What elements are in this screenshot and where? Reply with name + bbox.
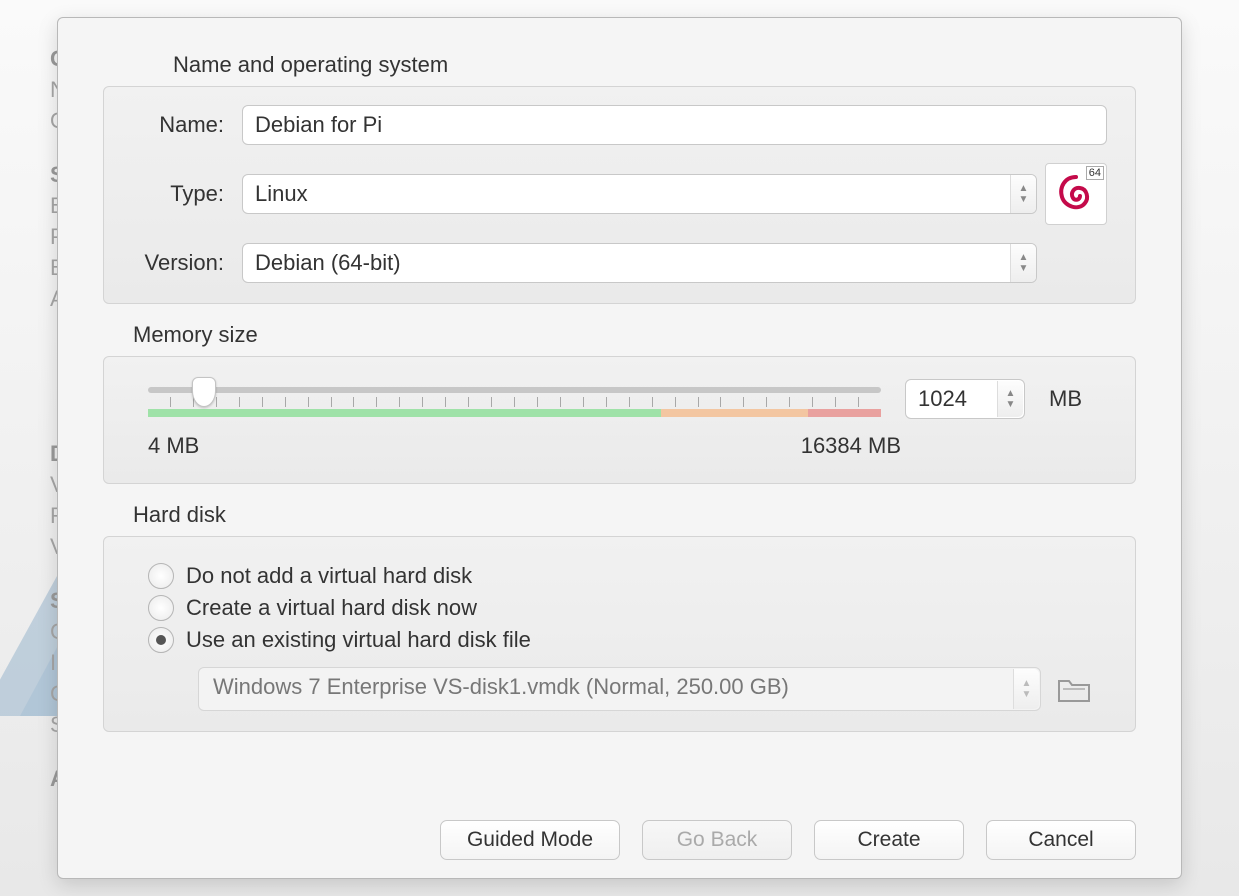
chevron-updown-icon: ▲▼ xyxy=(1013,669,1039,709)
chevron-updown-icon: ▲▼ xyxy=(1010,244,1036,282)
type-select[interactable] xyxy=(242,174,1037,214)
hd-option-existing[interactable]: Use an existing virtual hard disk file xyxy=(148,627,1091,653)
go-back-button[interactable]: Go Back xyxy=(642,820,792,860)
existing-disk-value: Windows 7 Enterprise VS-disk1.vmdk (Norm… xyxy=(213,674,789,699)
cancel-button[interactable]: Cancel xyxy=(986,820,1136,860)
memory-section-title: Memory size xyxy=(133,322,1136,348)
name-label: Name: xyxy=(132,112,242,138)
type-label: Type: xyxy=(132,181,242,207)
radio-icon xyxy=(148,563,174,589)
dialog-footer: Guided Mode Go Back Create Cancel xyxy=(103,798,1136,860)
create-vm-dialog: Name and operating system Name: Type: ▲▼… xyxy=(57,17,1182,879)
memory-panel: ▲▼ MB 4 MB 16384 MB xyxy=(103,356,1136,484)
memory-spinbox[interactable]: ▲▼ xyxy=(905,379,1025,419)
os-arch-badge: 64 xyxy=(1086,166,1104,180)
memory-slider[interactable] xyxy=(148,379,881,419)
memory-min-label: 4 MB xyxy=(148,433,199,459)
memory-max-label: 16384 MB xyxy=(801,433,901,459)
version-select[interactable] xyxy=(242,243,1037,283)
memory-unit-label: MB xyxy=(1049,386,1091,412)
name-os-section-title: Name and operating system xyxy=(173,52,1136,78)
name-input[interactable] xyxy=(242,105,1107,145)
hd-option-none[interactable]: Do not add a virtual hard disk xyxy=(148,563,1091,589)
browse-folder-icon[interactable] xyxy=(1057,675,1091,703)
existing-disk-select[interactable]: Windows 7 Enterprise VS-disk1.vmdk (Norm… xyxy=(198,667,1041,711)
harddisk-section-title: Hard disk xyxy=(133,502,1136,528)
harddisk-panel: Do not add a virtual hard disk Create a … xyxy=(103,536,1136,732)
stepper-icon[interactable]: ▲▼ xyxy=(997,381,1023,417)
version-label: Version: xyxy=(132,250,242,276)
hd-option-create[interactable]: Create a virtual hard disk now xyxy=(148,595,1091,621)
hd-option-label: Do not add a virtual hard disk xyxy=(186,563,472,589)
radio-icon xyxy=(148,595,174,621)
memory-value-input[interactable] xyxy=(918,386,988,412)
create-button[interactable]: Create xyxy=(814,820,964,860)
guided-mode-button[interactable]: Guided Mode xyxy=(440,820,620,860)
radio-icon xyxy=(148,627,174,653)
hd-option-label: Create a virtual hard disk now xyxy=(186,595,477,621)
os-icon: 64 xyxy=(1045,163,1107,225)
name-os-panel: Name: Type: ▲▼ 64 xyxy=(103,86,1136,304)
hd-option-label: Use an existing virtual hard disk file xyxy=(186,627,531,653)
chevron-updown-icon: ▲▼ xyxy=(1010,175,1036,213)
